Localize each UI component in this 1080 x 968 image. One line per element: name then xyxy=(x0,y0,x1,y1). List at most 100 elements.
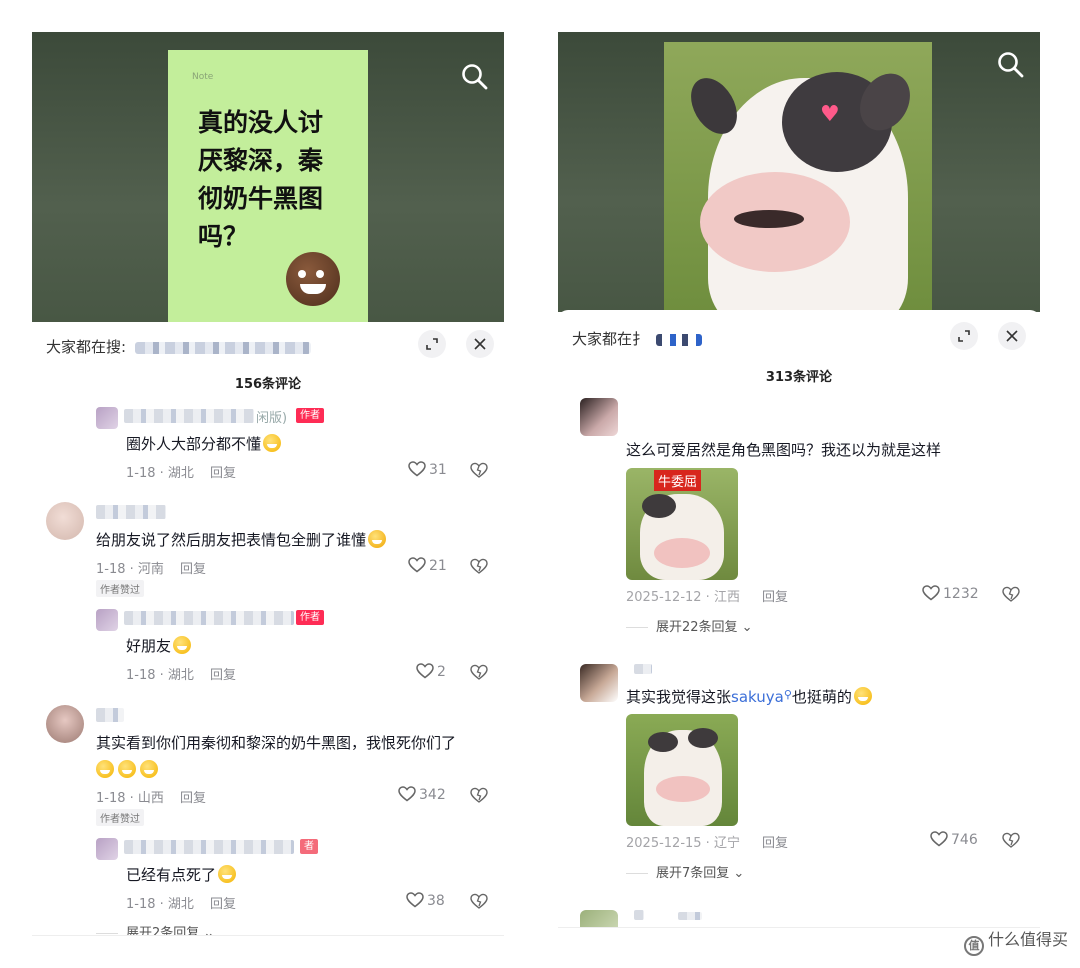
card-brand: Note xyxy=(192,72,214,82)
author-liked-badge: 作者赞过 xyxy=(96,580,144,597)
blurred-search-terms xyxy=(134,341,311,354)
avatar[interactable] xyxy=(96,838,118,860)
video-player[interactable]: Note 真的没人讨 厌黎深，秦 彻奶牛黑图 吗？ xyxy=(32,32,504,322)
note-card: Note 真的没人讨 厌黎深，秦 彻奶牛黑图 吗？ xyxy=(168,50,368,322)
card-line-4: 吗？ xyxy=(198,222,249,251)
dislike-icon[interactable] xyxy=(1002,585,1020,603)
author-liked-badge: 作者赞过 xyxy=(96,809,144,826)
like-button[interactable]: 1232 xyxy=(922,585,979,602)
avatar[interactable] xyxy=(46,502,84,540)
close-button[interactable] xyxy=(466,330,494,358)
dislike-icon[interactable] xyxy=(470,663,488,681)
hot-search[interactable]: 大家都在搜: xyxy=(46,336,311,357)
like-button[interactable]: 31 xyxy=(408,461,447,478)
heart-icon xyxy=(406,892,424,908)
search-icon[interactable] xyxy=(460,62,490,92)
expand-replies[interactable]: 展开2条回复 ⌄ xyxy=(96,922,214,936)
avatar[interactable] xyxy=(580,910,618,928)
divider xyxy=(32,935,504,936)
reply-button[interactable]: 回复 xyxy=(180,787,206,806)
hot-search-label: 大家都在搜: xyxy=(46,338,127,356)
comment-text: 给朋友说了然后朋友把表情包全删了谁懂 xyxy=(96,529,387,550)
author-badge: 者 xyxy=(300,839,318,854)
hot-search-label: 大家都在扌 xyxy=(572,330,648,348)
comment-date-location: 1-18 · 湖北 xyxy=(126,466,194,481)
comment-date-location: 1-18 · 山西 xyxy=(96,791,164,806)
emoji-sticker xyxy=(286,252,340,306)
expand-button[interactable] xyxy=(418,330,446,358)
heart-icon xyxy=(416,663,434,679)
like-button[interactable]: 38 xyxy=(406,892,445,909)
author-badge: 作者 xyxy=(296,610,324,625)
blurred-username[interactable] xyxy=(678,912,702,920)
reply-button[interactable]: 回复 xyxy=(762,832,788,851)
blurred-username[interactable] xyxy=(634,664,652,674)
grin-emoji xyxy=(173,636,192,654)
hot-search[interactable]: 大家都在扌 xyxy=(572,328,702,349)
comment-sticker-image[interactable]: 牛委屈 xyxy=(626,468,738,580)
avatar[interactable] xyxy=(96,407,118,429)
dislike-icon[interactable] xyxy=(470,786,488,804)
like-button[interactable]: 342 xyxy=(398,786,446,803)
card-line-3: 彻奶牛黑图 xyxy=(198,184,324,213)
sticker-caption: 牛委屈 xyxy=(654,470,702,491)
heart-icon xyxy=(408,461,426,477)
reply-button[interactable]: 回复 xyxy=(762,586,788,605)
blurred-username[interactable] xyxy=(124,611,294,625)
blurred-username[interactable] xyxy=(634,910,644,920)
blurred-username[interactable] xyxy=(96,708,124,722)
dislike-icon[interactable] xyxy=(470,557,488,575)
reply-button[interactable]: 回复 xyxy=(210,893,236,912)
close-icon xyxy=(1006,330,1018,342)
grin-emoji xyxy=(140,760,158,778)
comment-text: 这么可爱居然是角色黑图吗？我还以为就是这样 xyxy=(626,441,942,459)
dislike-icon[interactable] xyxy=(1002,831,1020,849)
comment-sticker-image[interactable] xyxy=(626,714,738,826)
emoji-row xyxy=(96,760,160,779)
expand-replies[interactable]: 展开7条回复 ⌄ xyxy=(626,862,744,881)
comment-count: 156条评论 xyxy=(234,377,302,392)
comment-sheet: 大家都在搜: 156条评论 闲版) 作者 圈外人大部分都不懂 1-18 · 湖北… xyxy=(32,322,504,936)
comment-text: 圈外人大部分都不懂 xyxy=(126,433,282,454)
reply-button[interactable]: 回复 xyxy=(210,664,236,683)
avatar[interactable] xyxy=(96,609,118,631)
comment-date-location: 2025-12-15 · 辽宁 xyxy=(626,836,740,851)
like-button[interactable]: 2 xyxy=(416,663,446,680)
cow-image: ♥ xyxy=(664,42,932,312)
video-player[interactable]: ♥ xyxy=(558,32,1040,312)
card-headline: 真的没人讨 厌黎深，秦 彻奶牛黑图 吗？ xyxy=(198,104,323,256)
comment-count: 313条评论 xyxy=(765,370,833,385)
watermark: 值什么值得买 xyxy=(963,926,1068,956)
yum-emoji xyxy=(853,687,872,705)
avatar[interactable] xyxy=(580,398,618,436)
card-line-2: 厌黎深，秦 xyxy=(198,146,324,175)
search-icon[interactable]: ⚲ xyxy=(784,688,792,701)
blurred-username[interactable] xyxy=(124,840,294,854)
dislike-icon[interactable] xyxy=(470,892,488,910)
avatar[interactable] xyxy=(46,705,84,743)
blurred-username[interactable] xyxy=(96,505,166,519)
card-line-1: 真的没人讨 xyxy=(198,108,324,137)
crying-emoji xyxy=(368,530,387,548)
comment-date-location: 2025-12-12 · 江西 xyxy=(626,590,740,605)
avatar[interactable] xyxy=(580,664,618,702)
expand-replies[interactable]: 展开22条回复 ⌄ xyxy=(626,616,753,635)
comment-text: 好朋友 xyxy=(126,635,192,656)
comment-date-location: 1-18 · 湖北 xyxy=(126,897,194,912)
like-button[interactable]: 21 xyxy=(408,557,447,574)
grin-emoji xyxy=(218,865,237,883)
expand-icon xyxy=(958,330,970,342)
expand-icon xyxy=(426,338,438,350)
close-button[interactable] xyxy=(998,322,1026,350)
expand-button[interactable] xyxy=(950,322,978,350)
reply-button[interactable]: 回复 xyxy=(210,462,236,481)
blurred-username[interactable] xyxy=(124,409,254,423)
comment-date-location: 1-18 · 河南 xyxy=(96,562,164,577)
like-button[interactable]: 746 xyxy=(930,831,978,848)
mention-link[interactable]: sakuya xyxy=(731,688,784,706)
search-icon[interactable] xyxy=(996,50,1026,80)
comment-text: 其实我觉得这张sakuya⚲也挺萌的 xyxy=(626,686,872,707)
dislike-icon[interactable] xyxy=(470,461,488,479)
reply-button[interactable]: 回复 xyxy=(180,558,206,577)
heart-sticker: ♥ xyxy=(820,102,840,127)
